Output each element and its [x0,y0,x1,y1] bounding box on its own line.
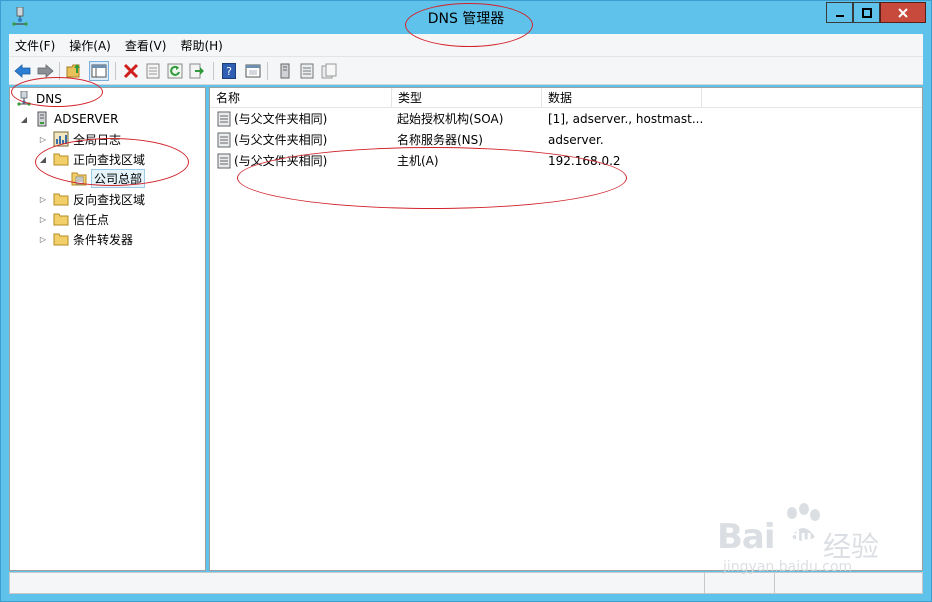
baidu-watermark: Bai du 经验 jingyan.baidu.com [717,503,897,583]
log-icon [53,131,69,147]
watermark-url: jingyan.baidu.com [723,559,853,575]
records-list[interactable]: 名称 类型 数据 (与父文件夹相同) 起始授权机构(SOA) [1], adse… [209,87,923,571]
back-icon [14,64,31,78]
record-name: (与父文件夹相同) [234,154,328,168]
table-row[interactable]: (与父文件夹相同) 起始授权机构(SOA) [1], adserver., ho… [210,109,922,129]
collapsed-arrow-icon[interactable]: ▷ [38,134,48,144]
tree-label: 信任点 [73,212,110,227]
record-data: [1], adserver., hostmast... [548,112,704,126]
toolbar: ? [9,56,923,85]
record-name: (与父文件夹相同) [234,133,328,147]
help-button[interactable]: ? [219,61,239,81]
tree-item-conditional-forwarders[interactable]: 条件转发器 [53,230,133,248]
tree-label: 条件转发器 [73,232,134,247]
tree-pane[interactable]: DNS ◢ ADSERVER ▷ 全局日志 ◢ 正向查找区域 公司总部 ▷ 反向… [9,87,206,571]
minimize-icon [835,14,844,17]
collapsed-arrow-icon[interactable]: ▷ [38,214,48,224]
tree-item-reverse-lookup[interactable]: 反向查找区域 [53,190,145,208]
server-button[interactable] [275,61,295,81]
close-icon [898,7,908,18]
server-icon [280,63,290,79]
tree-item-company-hq[interactable]: 公司总部 [71,168,146,188]
record-type: 名称服务器(NS) [397,133,483,147]
refresh-icon [167,63,183,79]
record-type: 主机(A) [397,154,439,168]
menu-help[interactable]: 帮助(H) [174,37,228,54]
tree-item-global-log[interactable]: 全局日志 [53,130,121,148]
expand-arrow-icon[interactable]: ◢ [19,114,29,124]
menu-file[interactable]: 文件(F) [9,37,61,54]
tree-label-selected: 公司总部 [91,168,146,188]
column-header-type[interactable]: 类型 [392,88,542,108]
tree-item-trust-points[interactable]: 信任点 [53,210,109,228]
tree-server-label: ADSERVER [54,112,119,126]
watermark-du: du [789,527,812,546]
console-button[interactable] [243,61,263,81]
record-data: 192.168.0.2 [548,154,621,168]
menu-bar: 文件(F) 操作(A) 查看(V) 帮助(H) [9,34,923,56]
svg-text:?: ? [226,65,232,78]
forward-icon [37,64,54,78]
expand-arrow-icon[interactable]: ◢ [38,154,48,164]
tree-item-forward-lookup[interactable]: 正向查找区域 [53,150,145,168]
export-button[interactable] [187,61,207,81]
maximize-button[interactable] [853,2,880,23]
show-tree-icon [91,64,107,78]
export-icon [189,63,204,79]
copy-button[interactable] [319,61,339,81]
record-name: (与父文件夹相同) [234,112,328,126]
back-button[interactable] [13,61,33,81]
up-folder-icon [66,64,80,78]
refresh-button[interactable] [165,61,185,81]
watermark-brand: Bai [717,517,776,557]
properties-icon [146,63,160,79]
dns-manager-window: DNS 管理器 文件(F) 操作(A) 查看(V) 帮助(H) ? DNS ◢ … [0,0,932,602]
list-icon [300,63,314,79]
show-tree-button[interactable] [89,61,109,81]
folder-icon [53,211,69,227]
delete-icon [123,63,139,79]
folder-icon [53,231,69,247]
server-icon [34,111,50,127]
table-row[interactable]: (与父文件夹相同) 主机(A) 192.168.0.2 [210,151,922,171]
column-header-name[interactable]: 名称 [210,88,392,108]
properties-button[interactable] [143,61,163,81]
close-button[interactable] [880,2,926,23]
maximize-icon [861,7,872,18]
record-icon [217,153,231,169]
tree-item-dns[interactable]: DNS [16,90,62,108]
zone-icon [71,170,87,186]
menu-action[interactable]: 操作(A) [63,37,117,54]
title-bar[interactable]: DNS 管理器 [1,1,931,33]
delete-button[interactable] [121,61,141,81]
window-title: DNS 管理器 [427,11,505,27]
minimize-button[interactable] [826,2,853,23]
tree-item-adserver[interactable]: ADSERVER [34,110,118,128]
folder-icon [53,151,69,167]
record-type: 起始授权机构(SOA) [397,112,504,126]
tree-label: 正向查找区域 [73,152,146,167]
copy-icon [321,63,337,79]
list-button[interactable] [297,61,317,81]
menu-view[interactable]: 查看(V) [119,37,173,54]
record-icon [217,111,231,127]
help-icon: ? [222,63,236,79]
console-icon [245,64,261,78]
table-row[interactable]: (与父文件夹相同) 名称服务器(NS) adserver. [210,130,922,150]
tree-label: 反向查找区域 [73,192,146,207]
collapsed-arrow-icon[interactable]: ▷ [38,194,48,204]
forward-button[interactable] [35,61,55,81]
dns-icon [16,91,32,107]
collapsed-arrow-icon[interactable]: ▷ [38,234,48,244]
record-icon [217,132,231,148]
record-data: adserver. [548,133,604,147]
folder-icon [53,191,69,207]
tree-label: 全局日志 [73,132,122,147]
column-header-data[interactable]: 数据 [542,88,702,108]
list-header: 名称 类型 数据 [210,88,922,108]
tree-root-label: DNS [36,92,62,106]
up-folder-button[interactable] [65,61,85,81]
